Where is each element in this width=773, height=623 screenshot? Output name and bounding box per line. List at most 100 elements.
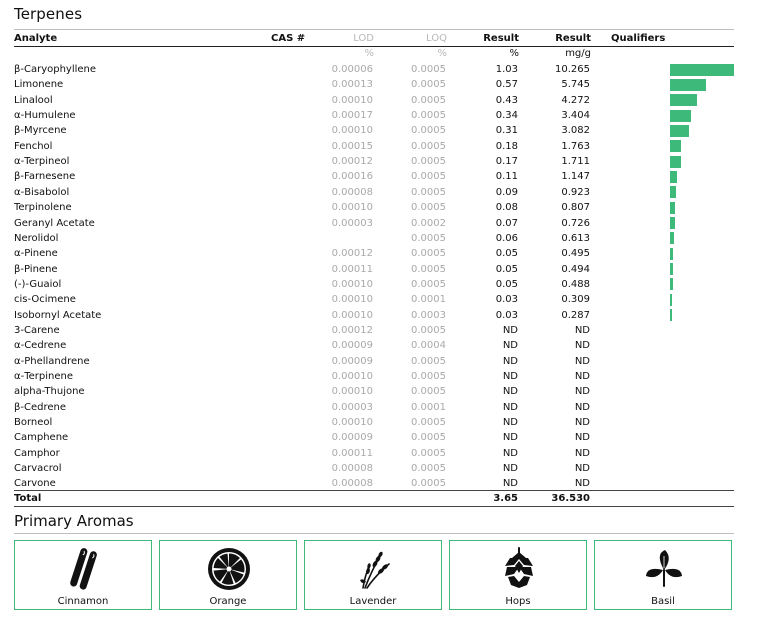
- result-mg: ND: [574, 386, 590, 398]
- table-row: (-)-Guaiol 0.00010 0.0005 0.05 0.488: [14, 277, 734, 292]
- table-row: Borneol 0.00010 0.0005 ND ND: [14, 415, 734, 430]
- result-pct: 0.57: [495, 79, 518, 91]
- qualifier-bar: [670, 201, 676, 214]
- qualifier-bar: [670, 186, 676, 199]
- result-mg: ND: [574, 417, 590, 429]
- result-pct: ND: [502, 417, 518, 429]
- result-pct: ND: [502, 401, 518, 413]
- analyte-name: Fenchol: [14, 140, 53, 152]
- lod-value: 0.00011: [331, 447, 373, 459]
- lod-value: 0.00010: [331, 371, 373, 382]
- col-header-analyte: Analyte: [14, 33, 58, 44]
- loq-value: 0.0001: [411, 401, 446, 413]
- qualifier-bar: [670, 155, 681, 168]
- lod-value: 0.00010: [331, 125, 373, 137]
- total-mg: 36.530: [551, 493, 590, 504]
- loq-value: 0.0005: [411, 417, 446, 429]
- table-row: β-Farnesene 0.00016 0.0005 0.11 1.147: [14, 169, 734, 184]
- table-row: β-Cedrene 0.00003 0.0001 ND ND: [14, 400, 734, 415]
- result-mg: ND: [574, 463, 590, 475]
- loq-value: 0.0001: [411, 294, 446, 306]
- loq-value: 0.0005: [411, 386, 446, 398]
- analyte-name: Limonene: [14, 79, 64, 91]
- lod-value: 0.00010: [331, 417, 373, 429]
- aroma-card-basil: Basil: [594, 540, 732, 610]
- loq-value: 0.0005: [411, 263, 446, 275]
- result-pct: ND: [502, 371, 518, 382]
- result-pct: ND: [502, 463, 518, 475]
- result-mg: 1.147: [561, 171, 590, 183]
- result-mg: 0.494: [561, 263, 590, 275]
- table-row: Limonene 0.00013 0.0005 0.57 5.745: [14, 77, 734, 92]
- col-header-qualifiers: Qualifiers: [611, 33, 666, 44]
- result-mg: ND: [574, 340, 590, 352]
- result-mg: ND: [574, 432, 590, 444]
- qualifier-bar: [670, 247, 674, 260]
- table-row: α-Pinene 0.00012 0.0005 0.05 0.495: [14, 246, 734, 261]
- result-mg: 1.763: [561, 140, 590, 152]
- loq-value: 0.0004: [411, 340, 446, 352]
- table-row: α-Bisabolol 0.00008 0.0005 0.09 0.923: [14, 185, 734, 200]
- result-pct: 1.03: [495, 64, 518, 75]
- unit-lod: %: [364, 48, 374, 59]
- loq-value: 0.0005: [411, 171, 446, 183]
- qualifier-bar: [670, 124, 690, 137]
- result-pct: 0.03: [495, 309, 518, 321]
- qualifier-bar: [670, 293, 672, 306]
- table-row: Fenchol 0.00015 0.0005 0.18 1.763: [14, 139, 734, 154]
- loq-value: 0.0005: [411, 371, 446, 382]
- analyte-name: Borneol: [14, 417, 53, 429]
- qualifier-bar: [670, 170, 678, 183]
- analyte-name: α-Terpinene: [14, 371, 73, 382]
- result-pct: 0.05: [495, 248, 518, 260]
- analyte-name: Camphene: [14, 432, 69, 444]
- result-pct: 0.08: [495, 202, 518, 214]
- result-mg: ND: [574, 447, 590, 459]
- result-pct: 0.31: [495, 125, 518, 137]
- lod-value: 0.00017: [331, 110, 373, 122]
- unit-result-pct: %: [509, 48, 519, 59]
- orange-icon: [208, 548, 250, 590]
- cinnamon-icon: [70, 548, 97, 590]
- table-row: cis-Ocimene 0.00010 0.0001 0.03 0.309: [14, 292, 734, 307]
- analyte-name: β-Cedrene: [14, 401, 67, 413]
- result-mg: 0.495: [561, 248, 590, 260]
- qualifier-bar: [670, 232, 674, 245]
- header-divider: [14, 46, 734, 47]
- qualifier-bar: [670, 140, 681, 153]
- lod-value: 0.00013: [331, 79, 373, 91]
- loq-value: 0.0005: [411, 355, 446, 367]
- analyte-name: α-Pinene: [14, 248, 58, 260]
- result-pct: 0.18: [495, 140, 518, 152]
- table-row: alpha-Thujone 0.00010 0.0005 ND ND: [14, 384, 734, 399]
- loq-value: 0.0005: [411, 463, 446, 475]
- table-row: Terpinolene 0.00010 0.0005 0.08 0.807: [14, 200, 734, 215]
- aroma-label: Basil: [651, 596, 675, 607]
- result-pct: 0.03: [495, 294, 518, 306]
- aroma-label: Hops: [505, 596, 531, 607]
- title-divider: [14, 29, 734, 30]
- section-title: Terpenes: [14, 5, 83, 23]
- aromas-divider: [14, 533, 734, 534]
- qualifier-bar: [670, 94, 697, 107]
- unit-loq: %: [437, 48, 447, 59]
- col-header-lod: LOD: [353, 33, 374, 44]
- lod-value: 0.00012: [331, 248, 373, 260]
- analyte-name: Isobornyl Acetate: [14, 309, 102, 321]
- lod-value: 0.00006: [331, 64, 373, 75]
- lod-value: 0.00009: [331, 355, 373, 367]
- table-row: β-Caryophyllene 0.00006 0.0005 1.03 10.265: [14, 62, 734, 77]
- loq-value: 0.0005: [411, 278, 446, 290]
- loq-value: 0.0005: [411, 94, 446, 106]
- analyte-name: 3-Carene: [14, 324, 60, 336]
- table-row: α-Terpineol 0.00012 0.0005 0.17 1.711: [14, 154, 734, 169]
- result-pct: ND: [502, 386, 518, 398]
- loq-value: 0.0005: [411, 324, 446, 336]
- analyte-name: (-)-Guaiol: [14, 278, 62, 290]
- lavender-icon: [360, 551, 390, 589]
- col-header-cas: CAS #: [271, 33, 306, 44]
- result-mg: 0.923: [561, 186, 590, 198]
- result-pct: 0.06: [495, 232, 518, 244]
- loq-value: 0.0005: [411, 79, 446, 91]
- result-mg: 5.745: [561, 79, 590, 91]
